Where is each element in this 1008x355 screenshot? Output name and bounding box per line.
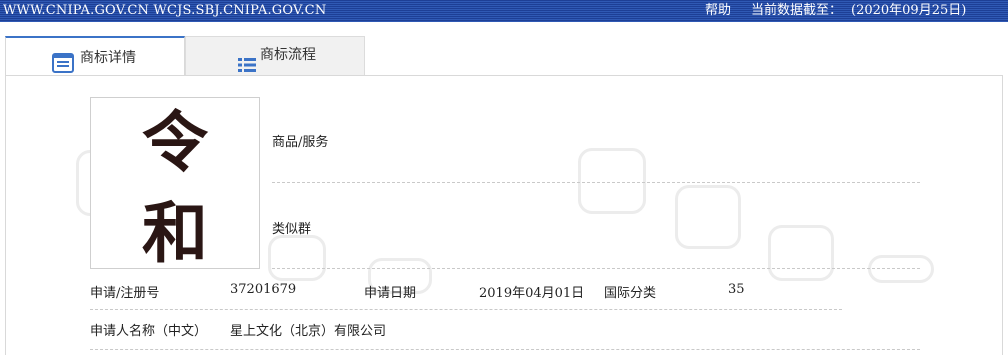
tab-label: 商标详情 bbox=[80, 50, 136, 66]
data-date-value: (2020年09月25日) bbox=[851, 3, 967, 18]
applicant-value: 星上文化（北京）有限公司 bbox=[230, 324, 387, 339]
intl-class-value: 35 bbox=[728, 282, 745, 297]
reg-no-value: 37201679 bbox=[230, 282, 297, 297]
apply-date-label: 申请日期 bbox=[364, 286, 417, 301]
help-link[interactable]: 帮助 bbox=[705, 0, 731, 22]
watermark-shape bbox=[768, 225, 834, 281]
tab-bar: 商标详情 商标流程 bbox=[5, 36, 365, 76]
apply-date-value: 2019年04月01日 bbox=[479, 286, 585, 301]
trademark-image: 令 和 bbox=[90, 97, 260, 269]
watermark-shape bbox=[868, 255, 934, 283]
trademark-char: 令 bbox=[142, 104, 208, 181]
divider bbox=[272, 182, 920, 183]
watermark-shape bbox=[675, 185, 741, 249]
applicant-label: 申请人名称（中文） bbox=[90, 324, 208, 339]
tab-trademark-details[interactable]: 商标详情 bbox=[5, 36, 185, 76]
similar-group-label: 类似群 bbox=[272, 222, 312, 237]
tab-trademark-process[interactable]: 商标流程 bbox=[185, 36, 365, 76]
watermark-shape bbox=[578, 148, 646, 214]
trademark-char: 和 bbox=[142, 195, 208, 272]
site-domains: WWW.CNIPA.GOV.CN WCJS.SBJ.CNIPA.GOV.CN bbox=[3, 3, 327, 18]
divider bbox=[90, 309, 842, 310]
divider bbox=[272, 268, 920, 269]
tab-label: 商标流程 bbox=[260, 47, 316, 63]
reg-no-label: 申请/注册号 bbox=[90, 286, 160, 301]
data-date-label: 当前数据截至： bbox=[751, 3, 843, 18]
goods-services-label: 商品/服务 bbox=[272, 135, 329, 150]
divider bbox=[90, 349, 920, 350]
watermark-shape bbox=[268, 235, 326, 281]
intl-class-label: 国际分类 bbox=[604, 286, 657, 301]
top-banner: WWW.CNIPA.GOV.CN WCJS.SBJ.CNIPA.GOV.CN 帮… bbox=[0, 0, 1008, 22]
